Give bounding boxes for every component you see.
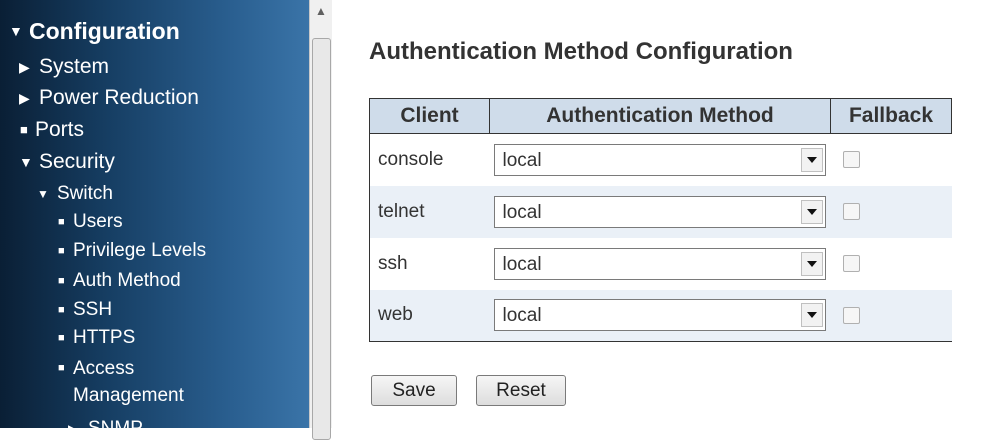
collapsed-arrow-icon: ▶ xyxy=(68,418,82,428)
sidebar-item-power-reduction[interactable]: ▶ Power Reduction xyxy=(19,87,199,109)
sidebar-item-security[interactable]: ▼ Security xyxy=(19,151,115,173)
selected-value: local xyxy=(502,305,542,327)
fallback-cell xyxy=(830,289,952,342)
sidebar-item-configuration[interactable]: ▼ Configuration xyxy=(9,18,180,44)
selected-value: local xyxy=(502,149,542,171)
table-row: ssh local xyxy=(369,237,952,290)
column-header-client: Client xyxy=(369,98,490,134)
sidebar-item-privilege-levels[interactable]: ■ Privilege Levels xyxy=(58,240,206,262)
dropdown-arrow-icon[interactable] xyxy=(800,251,823,276)
dropdown-arrow-icon[interactable] xyxy=(800,199,823,224)
method-cell: local xyxy=(489,237,831,290)
bullet-icon: ■ xyxy=(58,362,65,374)
table-row: telnet local xyxy=(369,185,952,238)
scrollbar-thumb[interactable] xyxy=(312,38,331,440)
scroll-up-arrow-icon[interactable]: ▲ xyxy=(311,0,331,22)
sidebar-item-system[interactable]: ▶ System xyxy=(19,56,109,78)
expanded-arrow-icon: ▼ xyxy=(9,23,23,39)
sidebar-item-snmp[interactable]: ▶ SNMP xyxy=(68,418,143,428)
fallback-cell xyxy=(830,133,952,186)
sidebar-item-label: HTTPS xyxy=(73,327,136,348)
dropdown-arrow-icon[interactable] xyxy=(800,303,823,328)
sidebar-item-label: SSH xyxy=(73,299,113,320)
sidebar-item-label: Auth Method xyxy=(73,270,181,291)
bullet-icon: ■ xyxy=(58,304,65,316)
client-cell: ssh xyxy=(369,237,490,290)
client-cell: web xyxy=(369,289,490,342)
fallback-cell xyxy=(830,185,952,238)
collapsed-arrow-icon: ▶ xyxy=(19,90,30,106)
method-cell: local xyxy=(489,289,831,342)
bullet-icon: ■ xyxy=(20,122,28,137)
bullet-icon: ■ xyxy=(58,332,65,344)
expanded-arrow-icon: ▼ xyxy=(37,187,49,201)
bullet-icon: ■ xyxy=(58,245,65,257)
sidebar-item-access-management[interactable]: ■ Access Management xyxy=(58,355,258,409)
fallback-checkbox[interactable] xyxy=(842,203,860,220)
auth-method-select[interactable]: local xyxy=(493,195,826,228)
bullet-icon: ■ xyxy=(58,216,65,228)
sidebar-item-label: Security xyxy=(39,150,115,173)
save-button[interactable]: Save xyxy=(371,375,457,406)
table-row: web local xyxy=(369,289,952,342)
fallback-checkbox[interactable] xyxy=(842,255,860,272)
sidebar-scrollbar[interactable]: ▲ xyxy=(309,0,332,440)
client-cell: console xyxy=(369,133,490,186)
method-cell: local xyxy=(489,133,831,186)
sidebar-item-label: SNMP xyxy=(88,418,143,428)
method-cell: local xyxy=(489,185,831,238)
fallback-checkbox[interactable] xyxy=(842,151,860,169)
reset-button[interactable]: Reset xyxy=(476,375,566,406)
sidebar-item-https[interactable]: ■ HTTPS xyxy=(58,327,135,349)
sidebar-item-auth-method[interactable]: ■ Auth Method xyxy=(58,270,181,292)
dropdown-arrow-icon[interactable] xyxy=(800,147,823,172)
sidebar-item-ssh[interactable]: ■ SSH xyxy=(58,299,112,321)
selected-value: local xyxy=(502,201,542,223)
expanded-arrow-icon: ▼ xyxy=(19,154,33,170)
sidebar-item-label: Access Management xyxy=(73,358,184,406)
table-row: console local xyxy=(369,133,952,186)
sidebar-item-label: Privilege Levels xyxy=(73,240,207,261)
auth-method-select[interactable]: local xyxy=(493,247,826,280)
auth-method-select[interactable]: local xyxy=(493,299,826,332)
sidebar-item-label: Ports xyxy=(35,118,85,141)
sidebar-item-label: Users xyxy=(73,211,123,232)
bullet-icon: ■ xyxy=(58,275,65,287)
client-cell: telnet xyxy=(369,185,490,238)
sidebar-item-users[interactable]: ■ Users xyxy=(58,211,123,233)
fallback-cell xyxy=(830,237,952,290)
sidebar-item-ports[interactable]: ■ Ports xyxy=(20,119,84,141)
fallback-checkbox[interactable] xyxy=(842,306,860,324)
auth-method-table: Client Authentication Method Fallback co… xyxy=(369,98,952,342)
sidebar-menu: ▼ Configuration ▶ System ▶ Power Reducti… xyxy=(0,0,309,428)
sidebar-item-label: Switch xyxy=(57,183,113,204)
selected-value: local xyxy=(502,253,542,275)
sidebar-item-label: System xyxy=(39,55,110,78)
column-header-authentication-method: Authentication Method xyxy=(489,98,831,134)
sidebar-item-switch[interactable]: ▼ Switch xyxy=(37,183,113,205)
collapsed-arrow-icon: ▶ xyxy=(19,59,30,75)
sidebar-item-label: Power Reduction xyxy=(39,86,199,109)
auth-method-select[interactable]: local xyxy=(493,143,826,176)
column-header-fallback: Fallback xyxy=(830,98,952,134)
page-title: Authentication Method Configuration xyxy=(369,38,793,65)
sidebar-item-label: Configuration xyxy=(29,18,180,44)
